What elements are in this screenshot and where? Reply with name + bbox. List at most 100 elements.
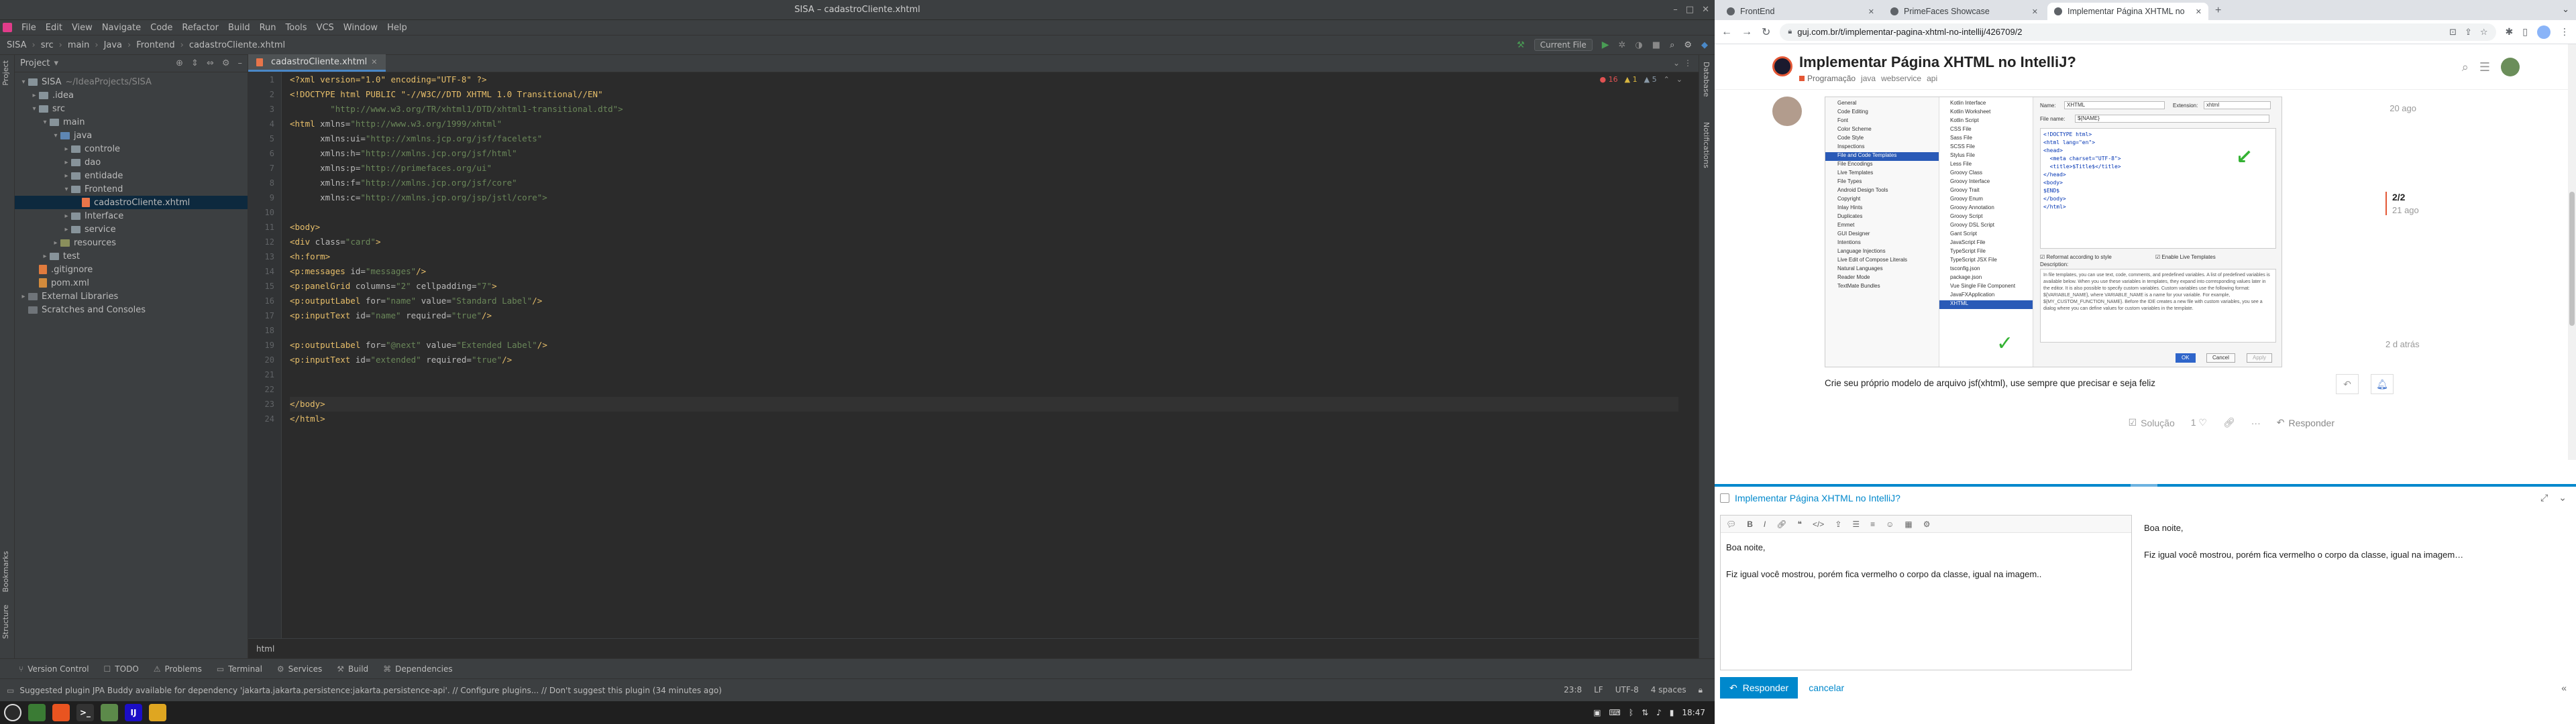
reply-arrow-icon[interactable]: ↶ (2336, 374, 2359, 394)
chevron-right-icon[interactable]: ▸ (62, 226, 71, 233)
scrollbar-thumb[interactable] (2569, 192, 2575, 326)
code-line[interactable]: <p:inputText id="name" required="true"/> (290, 308, 1678, 323)
tree-item-scratches-and-consoles[interactable]: Scratches and Consoles (15, 303, 248, 316)
post-author-avatar[interactable] (1772, 97, 1802, 126)
tree-item-interface[interactable]: ▸ Interface (15, 209, 248, 223)
debug-icon[interactable]: ✲ (1619, 40, 1626, 50)
profile-avatar[interactable] (2537, 25, 2551, 39)
menu-vcs[interactable]: VCS (317, 23, 334, 33)
code-line[interactable]: <html xmlns="http://www.w3.org/1999/xhtm… (290, 117, 1678, 131)
code-line[interactable]: <div class="card"> (290, 235, 1678, 249)
code-line[interactable]: <p:inputText id="extended" required="tru… (290, 353, 1678, 367)
code-line[interactable]: <!DOCTYPE html PUBLIC "-//W3C//DTD XHTML… (290, 87, 1678, 102)
code-line[interactable]: xmlns:p="http://primefaces.org/ui" (290, 161, 1678, 176)
menu-file[interactable]: File (21, 23, 36, 33)
code-line[interactable]: xmlns:f="http://xmlns.jcp.org/jsf/core" (290, 176, 1678, 190)
new-tab-icon[interactable]: + (2211, 5, 2225, 20)
chevron-right-icon[interactable]: ▸ (62, 159, 71, 166)
code-line[interactable]: <body> (290, 220, 1678, 235)
timeline-bottom-date[interactable]: 2 d atrás (2385, 339, 2420, 349)
database-tool-tab[interactable]: Database (1702, 62, 1711, 97)
code-line[interactable]: </html> (290, 412, 1678, 426)
minimize-icon[interactable]: – (1673, 5, 1678, 15)
code-line[interactable]: <p:messages id="messages"/> (290, 264, 1678, 279)
tree-item-frontend[interactable]: ▾ Frontend (15, 182, 248, 196)
code-line[interactable] (290, 367, 1678, 382)
chevron-right-icon[interactable]: ▸ (40, 253, 50, 260)
numbered-list-icon[interactable]: ≡ (1870, 520, 1875, 529)
forward-icon[interactable]: → (1741, 26, 1752, 38)
browser-tab-2[interactable]: PrimeFaces Showcase ✕ (1884, 3, 2045, 20)
weak-warning-count[interactable]: ▲ 5 (1644, 75, 1657, 84)
topic-title[interactable]: Implementar Página XHTML no IntelliJ? (1799, 54, 2076, 71)
menu-run[interactable]: Run (260, 23, 276, 33)
chevron-right-icon[interactable]: ▸ (19, 293, 28, 300)
code-line[interactable]: </body> (290, 397, 1678, 412)
tool-tab-version-control[interactable]: ⑂ Version Control (19, 664, 89, 674)
project-panel-title[interactable]: Project (20, 58, 50, 68)
chevron-down-icon[interactable]: ▾ (54, 58, 58, 68)
tree-item--gitignore[interactable]: .gitignore (15, 263, 248, 276)
extension-icon[interactable]: ✱ (2506, 26, 2514, 38)
run-icon[interactable]: ▶ (1602, 40, 1609, 50)
notifications-tool-tab[interactable]: Notifications (1702, 122, 1711, 168)
quote-icon[interactable]: 💬︎ (1726, 520, 1736, 529)
folder-app-icon[interactable] (101, 704, 118, 721)
stop-icon[interactable]: ■ (1652, 40, 1660, 50)
bold-icon[interactable]: B (1747, 520, 1753, 529)
code-line[interactable] (290, 205, 1678, 220)
code-line[interactable]: <p:outputLabel for="@next" value="Extend… (290, 338, 1678, 353)
chevron-right-icon[interactable]: ▸ (62, 213, 71, 220)
browser-menu-icon[interactable]: ⋮ (2560, 26, 2569, 38)
tool-tab-terminal[interactable]: ▭ Terminal (217, 664, 262, 674)
tag-java[interactable]: java (1861, 74, 1876, 83)
category-badge[interactable]: Programação (1799, 74, 1856, 83)
close-tab-icon[interactable]: ✕ (1868, 7, 1874, 16)
tree-item-resources[interactable]: ▸ resources (15, 236, 248, 249)
tool-tab-problems[interactable]: ⚠ Problems (154, 664, 202, 674)
close-icon[interactable]: ✕ (1702, 5, 1709, 15)
tree-item--idea[interactable]: ▸ .idea (15, 88, 248, 102)
more-icon[interactable]: ⋮ (1684, 58, 1692, 68)
display-icon[interactable]: ▣ (1593, 708, 1601, 717)
tool-tab-build[interactable]: ⚒ Build (337, 664, 368, 674)
breadcrumb-item[interactable]: cadastroCliente.xhtml (189, 40, 285, 50)
chevron-down-icon[interactable]: ⌄ (1676, 75, 1682, 84)
code-line[interactable]: <p:outputLabel for="name" value="Standar… (290, 294, 1678, 308)
link-icon[interactable]: 🔗︎ (1776, 520, 1786, 529)
code-line[interactable]: <?xml version="1.0" encoding="UTF-8" ?> (290, 72, 1678, 87)
more-icon[interactable]: ··· (2251, 418, 2261, 428)
tree-item-controle[interactable]: ▸ controle (15, 142, 248, 156)
code-line[interactable] (290, 323, 1678, 338)
breadcrumb-item[interactable]: src (41, 40, 54, 50)
code-line[interactable]: xmlns:ui="http://xmlns.jcp.org/jsf/facel… (290, 131, 1678, 146)
battery-icon[interactable]: ▮ (1670, 708, 1674, 717)
breadcrumb-item[interactable]: main (68, 40, 89, 50)
submit-reply-button[interactable]: ↶ Responder (1720, 677, 1799, 699)
network-icon[interactable]: ⇅ (1642, 708, 1648, 717)
tag-webservice[interactable]: webservice (1881, 74, 1921, 83)
topic-timeline[interactable]: 2/2 21 ago (2385, 192, 2419, 215)
composer-textarea[interactable]: Boa noite, Fiz igual você mostrou, porém… (1721, 533, 2131, 603)
link-icon[interactable]: 🔗︎ (2223, 417, 2235, 428)
guj-logo[interactable] (1772, 56, 1792, 76)
menu-code[interactable]: Code (150, 23, 172, 33)
address-bar[interactable]: 🔒︎ guj.com.br/t/implementar-pagina-xhtml… (1780, 23, 2496, 41)
breadcrumb-item[interactable]: Java (104, 40, 122, 50)
chevron-right-icon[interactable]: ▸ (62, 172, 71, 180)
menu-refactor[interactable]: Refactor (182, 23, 219, 33)
hamburger-icon[interactable]: ☰ (2479, 60, 2490, 74)
menu-app-icon[interactable] (4, 704, 21, 721)
chrome-app-icon[interactable] (149, 704, 166, 721)
code-line[interactable]: <h:form> (290, 249, 1678, 264)
tool-tab-dependencies[interactable]: ⌘ Dependencies (383, 664, 452, 674)
collapse-all-icon[interactable]: ⇔ (207, 58, 214, 68)
ubuntu-app-icon[interactable] (52, 704, 70, 721)
chevron-right-icon[interactable]: ▸ (62, 145, 71, 153)
cancel-link[interactable]: cancelar (1809, 682, 1844, 693)
volume-icon[interactable]: ♪ (1656, 708, 1662, 717)
tree-item-sisa[interactable]: ▾ SISA ~/IdeaProjects/SISA (15, 75, 248, 88)
upload-icon[interactable]: ⇪ (1835, 520, 1841, 529)
locate-icon[interactable]: ⊕ (176, 58, 183, 68)
post-screenshot[interactable]: General Code Editing Font Color Scheme Code … (1825, 97, 2282, 367)
